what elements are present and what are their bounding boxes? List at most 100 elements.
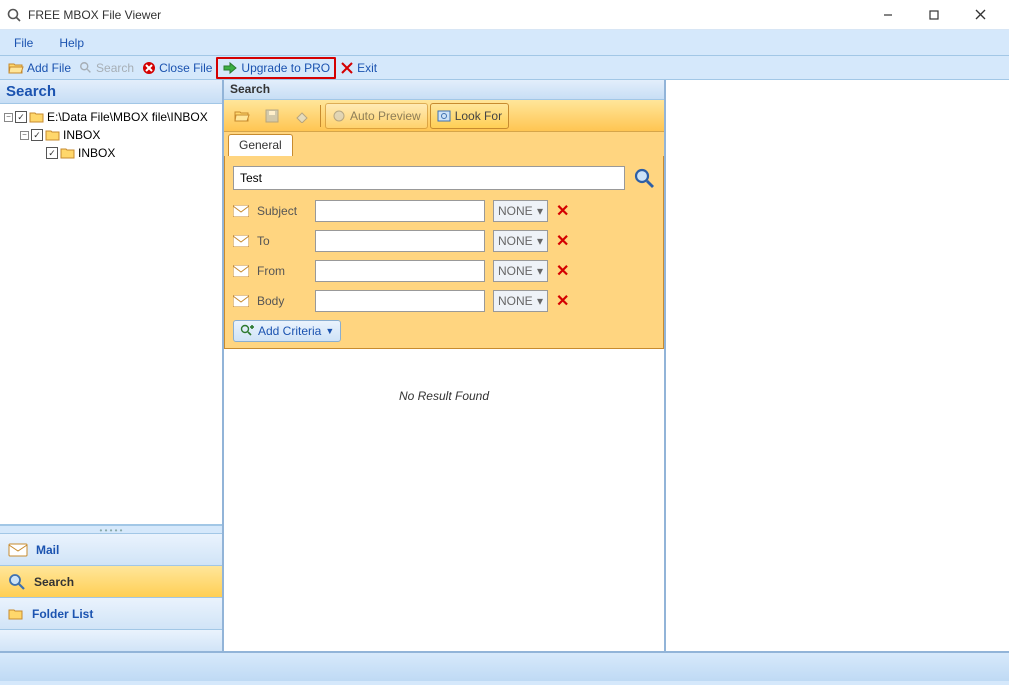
to-label: To [257,234,307,248]
status-bar [0,651,1009,681]
toolbar-search-label: Search [96,61,134,75]
main-toolbar: Add File Search Close File Upgrade to PR… [0,56,1009,80]
collapse-icon[interactable]: − [4,113,13,122]
chevron-down-icon: ▾ [537,264,543,278]
auto-preview-label: Auto Preview [350,109,421,123]
body-label: Body [257,294,307,308]
subject-label: Subject [257,204,307,218]
search-icon [8,573,26,591]
criteria-subject-row: Subject NONE▾ ✕ [233,200,655,222]
toolbar-search-button[interactable]: Search [75,59,138,77]
criteria-from-row: From NONE▾ ✕ [233,260,655,282]
checkbox[interactable]: ✓ [15,111,27,123]
search-tabs: General [224,132,664,156]
chevron-down-icon: ▾ [537,204,543,218]
subject-input[interactable] [315,200,485,222]
tree-child1-label: INBOX [63,128,100,142]
eraser-icon [294,109,310,123]
left-pane: Search − ✓ E:\Data File\MBOX file\INBOX … [0,80,224,651]
app-icon [6,7,22,23]
criteria-body-row: Body NONE▾ ✕ [233,290,655,312]
to-match-dropdown[interactable]: NONE▾ [493,230,548,252]
save-icon [264,108,280,124]
window-title: FREE MBOX File Viewer [28,8,865,22]
close-file-button[interactable]: Close File [138,59,216,77]
remove-subject-button[interactable]: ✕ [556,201,569,221]
center-header: Search [224,80,664,100]
arrow-right-icon [222,61,238,75]
add-icon [240,324,254,338]
auto-preview-button[interactable]: Auto Preview [325,103,428,129]
results-area: No Result Found [224,349,664,651]
menu-file[interactable]: File [8,33,39,53]
tree-child2-label: INBOX [78,146,115,160]
from-input[interactable] [315,260,485,282]
preview-pane [666,80,1009,651]
remove-from-button[interactable]: ✕ [556,261,569,281]
nav-folder-list[interactable]: Folder List [0,597,222,629]
look-for-label: Look For [455,109,502,123]
folder-open-icon [8,61,24,75]
content-area: Search − ✓ E:\Data File\MBOX file\INBOX … [0,80,1009,651]
search-input[interactable] [233,166,625,190]
envelope-icon [233,205,249,217]
nav-sections: Mail Search Folder List [0,533,222,651]
look-for-button[interactable]: Look For [430,103,509,129]
tree-child1-row[interactable]: − ✓ INBOX [2,126,220,144]
folder-tree[interactable]: − ✓ E:\Data File\MBOX file\INBOX − ✓ INB… [0,104,222,525]
menu-help[interactable]: Help [53,33,90,53]
look-for-icon [437,109,451,123]
criteria-to-row: To NONE▾ ✕ [233,230,655,252]
nav-mail-label: Mail [36,543,59,557]
nav-search[interactable]: Search [0,565,222,597]
nav-padding [0,629,222,651]
checkbox[interactable]: ✓ [31,129,43,141]
exit-icon [340,61,354,75]
exit-button[interactable]: Exit [336,59,381,77]
chevron-down-icon: ▾ [537,294,543,308]
to-input[interactable] [315,230,485,252]
body-input[interactable] [315,290,485,312]
search-go-icon[interactable] [633,167,655,189]
tree-child2-row[interactable]: ✓ INBOX [2,144,220,162]
clear-search-button[interactable] [288,103,316,129]
from-match-dropdown[interactable]: NONE▾ [493,260,548,282]
folder-icon [45,128,61,142]
exit-label: Exit [357,61,377,75]
search-input-row [233,166,655,190]
tree-root-row[interactable]: − ✓ E:\Data File\MBOX file\INBOX [2,108,220,126]
envelope-icon [233,235,249,247]
center-pane: Search Auto Preview Look For General [224,80,666,651]
folder-icon [60,146,76,160]
no-result-label: No Result Found [399,389,489,403]
folder-open-icon [234,109,250,123]
maximize-button[interactable] [911,1,957,29]
folder-icon [8,607,24,621]
search-toolbar: Auto Preview Look For [224,100,664,132]
checkbox[interactable]: ✓ [46,147,58,159]
add-file-button[interactable]: Add File [4,59,75,77]
body-match-dropdown[interactable]: NONE▾ [493,290,548,312]
nav-folder-list-label: Folder List [32,607,93,621]
title-bar: FREE MBOX File Viewer [0,0,1009,30]
upgrade-label: Upgrade to PRO [241,61,330,75]
remove-to-button[interactable]: ✕ [556,231,569,251]
pane-gripper[interactable]: • • • • • [0,525,222,533]
remove-body-button[interactable]: ✕ [556,291,569,311]
upgrade-button[interactable]: Upgrade to PRO [216,57,336,79]
subject-match-dropdown[interactable]: NONE▾ [493,200,548,222]
close-file-label: Close File [159,61,212,75]
preview-icon [332,109,346,123]
nav-mail[interactable]: Mail [0,533,222,565]
open-search-button[interactable] [228,103,256,129]
add-file-label: Add File [27,61,71,75]
close-button[interactable] [957,1,1003,29]
collapse-icon[interactable]: − [20,131,29,140]
minimize-button[interactable] [865,1,911,29]
tab-general[interactable]: General [228,134,293,156]
nav-search-label: Search [34,575,74,589]
add-criteria-button[interactable]: Add Criteria ▼ [233,320,341,342]
add-criteria-label: Add Criteria [258,324,321,338]
save-search-button[interactable] [258,103,286,129]
chevron-down-icon: ▾ [537,234,543,248]
